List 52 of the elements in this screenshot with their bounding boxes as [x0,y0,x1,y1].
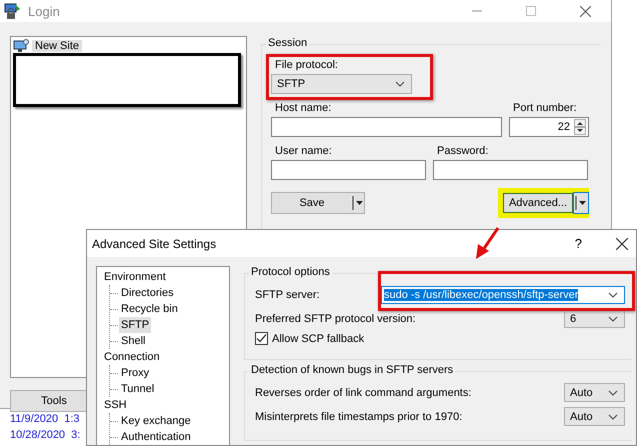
help-button[interactable]: ? [574,236,582,251]
tree-item[interactable]: Directories [119,285,176,301]
sftp-server-field[interactable]: sudo -s /usr/libexec/openssh/sftp-server [381,286,625,304]
field-label: Password: [437,145,490,157]
password-field[interactable] [433,160,588,180]
group-title: Detection of known bugs in SFTP servers [249,364,456,376]
field-label: Host name: [275,102,332,114]
close-icon[interactable] [616,238,628,250]
field-label: Reverses order of link command arguments: [255,386,472,398]
log-entry: 11/9/2020 1:3 [10,412,80,426]
dropdown-arrow-icon[interactable] [352,193,364,213]
checkbox-label: Allow SCP fallback [272,332,364,344]
window-title: Login [28,4,60,18]
tree-item[interactable]: Key exchange [119,413,193,429]
tree-item[interactable]: SFTP [119,317,152,333]
tree-item[interactable]: SSH [102,399,129,411]
site-item[interactable]: New Site [32,40,82,52]
tree-item[interactable]: Authentication [119,429,193,445]
tree-item[interactable]: Shell [119,333,148,349]
tree-item[interactable]: Recycle bin [119,301,180,317]
computer-lock-icon [4,2,22,20]
field-label: Misinterprets file timestamps prior to 1970: [255,410,462,422]
close-icon[interactable] [580,6,591,16]
port-number-field[interactable]: 22 [509,117,589,137]
tree-item[interactable]: Tunnel [119,381,156,397]
tree-item[interactable]: Environment [102,271,168,283]
field-label: SFTP server: [255,288,320,300]
computer-icon [13,39,29,53]
log-entry: 10/28/2020 3: [10,428,80,442]
group-title: Protocol options [249,266,332,278]
tree-item[interactable]: Connection [102,351,162,363]
host-name-field[interactable] [271,117,502,137]
field-label: Preferred SFTP protocol version: [255,312,416,324]
option-dropdown[interactable]: Auto [564,407,625,426]
protocol-dropdown[interactable]: SFTP [271,74,412,94]
user-name-field[interactable] [271,160,426,180]
group-title: Session [266,37,310,49]
option-dropdown[interactable]: Auto [564,383,625,402]
spinner-icon[interactable] [574,119,586,135]
chevron-icon [608,390,618,396]
chevron-icon [608,292,618,298]
field-label: File protocol: [275,59,339,71]
chevron-icon [608,316,618,322]
tree-item[interactable]: Proxy [119,365,152,381]
checkbox[interactable] [255,332,268,345]
field-label: Port number: [513,102,578,114]
chevron-icon [395,81,405,87]
window-title: Advanced Site Settings [92,236,216,250]
field-label: User name: [275,145,333,157]
arrow [474,226,500,260]
advanced-button[interactable]: Advanced... [503,193,573,213]
chevron-icon [608,414,618,420]
